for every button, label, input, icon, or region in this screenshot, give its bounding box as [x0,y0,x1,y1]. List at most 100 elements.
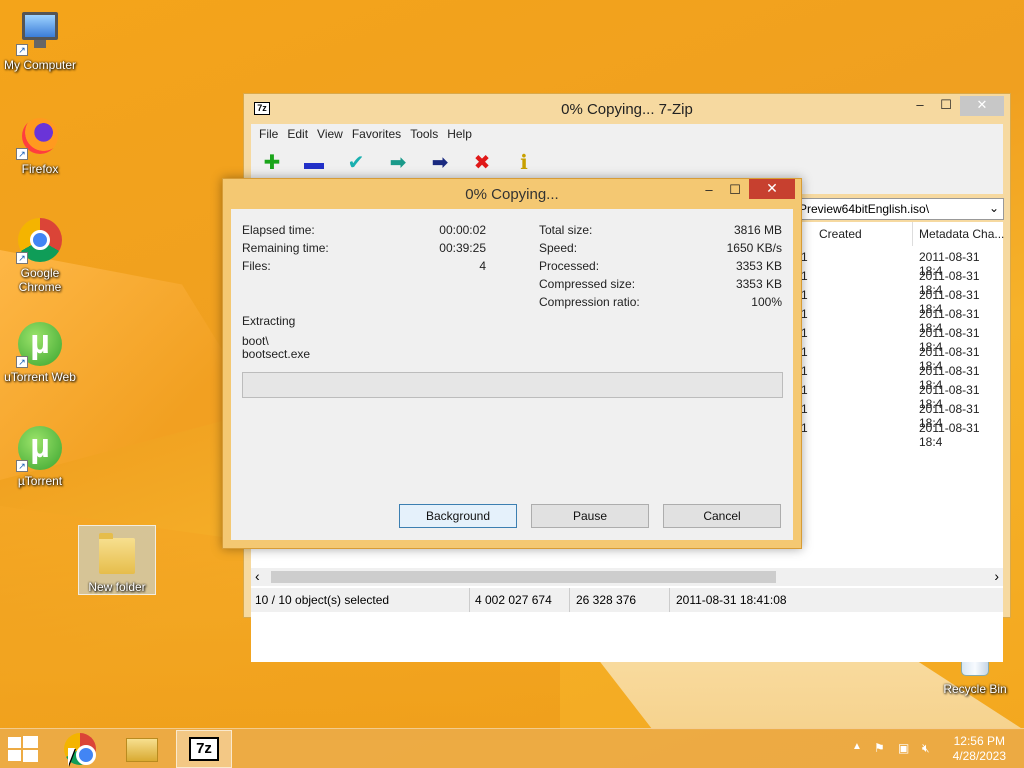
move-icon[interactable]: ➡ [429,152,451,174]
path-combobox[interactable]: Preview64bitEnglish.iso\ ⌄ [794,198,1004,220]
folder-icon [93,530,141,578]
menu-view[interactable]: View [317,124,350,146]
add-icon[interactable]: ✚ [261,152,283,174]
column-header-metadata-changed[interactable]: Metadata Cha... [913,222,1013,246]
row-cell: 1 [801,402,808,416]
compression-ratio-label: Compression ratio: [539,295,640,309]
taskbar-chrome[interactable] [56,730,112,768]
row-cell: 1 [801,421,808,435]
desktop-icon-label: uTorrent Web [4,370,76,384]
status-size: 4 002 027 674 [475,593,552,607]
row-cell: 1 [801,345,808,359]
file-explorer-icon [126,738,158,762]
desktop-icon-label: New folder [88,580,146,594]
total-size-value: 3816 MB [733,223,782,237]
copy-icon[interactable]: ➡ [387,152,409,174]
operation-label: Extracting [242,314,296,328]
volume-muted-icon[interactable]: 🔇︎ [922,741,930,756]
column-header-created[interactable]: Created [813,222,913,246]
status-modified: 2011-08-31 18:41:08 [676,593,787,607]
menu-bar: File Edit View Favorites Tools Help [251,124,1003,146]
chrome-icon: ↗ [16,216,64,264]
system-clock[interactable]: 12:56 PM 4/28/2023 [953,734,1006,764]
window-title-bar[interactable]: 7z 0% Copying... 7-Zip – ☐ ✕ [244,94,1010,124]
dialog-maximize-button[interactable]: ☐ [721,181,749,201]
row-cell: 1 [801,364,808,378]
network-icon[interactable]: ▣ [898,741,909,755]
total-size-label: Total size: [539,223,593,237]
scrollbar-thumb[interactable] [271,571,776,583]
row-date[interactable]: 2011-08-31 18:4 [919,421,1003,449]
row-cell: 1 [801,383,808,397]
mouse-cursor [68,748,75,766]
current-directory: boot\ [242,334,269,348]
status-selected: 10 / 10 object(s) selected [255,593,390,607]
row-cell: 1 [801,288,808,302]
files-value: 4 [479,259,486,273]
speed-value: 1650 KB/s [726,241,782,255]
current-file: bootsect.exe [242,347,311,361]
elapsed-time-label: Elapsed time: [242,223,315,237]
path-text: Preview64bitEnglish.iso\ [799,202,930,216]
desktop-icon-utorrent[interactable]: µ ↗ µTorrent [0,424,80,488]
processed-label: Processed: [539,259,600,273]
taskbar: 7z ▲ ⚑ ▣ 🔇︎ 12:56 PM 4/28/2023 [0,728,1024,768]
remaining-time-label: Remaining time: [242,241,329,255]
desktop-icon-label: Google Chrome [18,266,62,294]
copying-progress-dialog[interactable]: 0% Copying... – ☐ ✕ Elapsed time: 00:00:… [222,178,802,549]
menu-file[interactable]: File [259,124,285,146]
scroll-right-icon[interactable]: › [994,568,999,584]
desktop-icon-label: Firefox [21,162,59,176]
desktop-icon-firefox[interactable]: ↗ Firefox [0,112,80,176]
dialog-title-bar[interactable]: 0% Copying... – ☐ ✕ [223,179,801,209]
menu-help[interactable]: Help [447,124,479,146]
compressed-size-value: 3353 KB [735,277,782,291]
progress-bar [242,372,783,398]
menu-edit[interactable]: Edit [287,124,315,146]
row-cell: 1 [801,269,808,283]
cancel-button[interactable]: Cancel [663,504,781,528]
firefox-icon: ↗ [16,112,64,160]
files-label: Files: [242,259,271,273]
speed-label: Speed: [539,241,578,255]
action-center-flag-icon[interactable]: ⚑ [874,741,885,755]
clock-date: 4/28/2023 [952,749,1006,763]
info-icon[interactable]: ℹ [513,152,535,174]
show-hidden-icons-chevron[interactable]: ▲ [852,741,862,752]
start-button[interactable] [8,736,38,762]
status-packed-size: 26 328 376 [576,593,637,607]
menu-favorites[interactable]: Favorites [352,124,408,146]
7zip-icon: 7z [189,737,219,761]
menu-tools[interactable]: Tools [410,124,445,146]
minimize-button[interactable]: – [906,96,934,116]
desktop-icon-label: µTorrent [17,474,63,488]
chevron-down-icon[interactable]: ⌄ [989,201,999,215]
dialog-close-button[interactable]: ✕ [749,179,795,199]
desktop-icon-utorrent-web[interactable]: µ ↗ uTorrent Web [0,320,80,384]
taskbar-7zip[interactable]: 7z [176,730,232,768]
desktop-icon-my-computer[interactable]: ↗ My Computer [0,8,80,72]
delete-icon[interactable]: ✖ [471,152,493,174]
scroll-left-icon[interactable]: ‹ [255,568,260,584]
test-icon[interactable]: ✔ [345,152,367,174]
desktop-icon-label: Recycle Bin [943,682,1007,696]
desktop-icon-label: My Computer [3,58,77,72]
extract-icon[interactable]: ▬ [303,152,325,174]
background-button[interactable]: Background [399,504,517,528]
maximize-button[interactable]: ☐ [932,96,960,116]
row-cell: 1 [801,250,808,264]
dialog-body: Elapsed time: 00:00:02 Remaining time: 0… [231,209,793,540]
row-cell: 1 [801,307,808,321]
utorrent-icon: µ ↗ [16,424,64,472]
dialog-minimize-button[interactable]: – [695,181,723,201]
processed-value: 3353 KB [735,259,782,273]
pause-button[interactable]: Pause [531,504,649,528]
clock-time: 12:56 PM [953,734,1005,748]
elapsed-time-value: 00:00:02 [439,223,486,237]
horizontal-scrollbar[interactable]: ‹ › [251,568,1003,586]
close-button[interactable]: ✕ [960,96,1004,116]
taskbar-file-explorer[interactable] [116,730,172,768]
desktop-icon-new-folder[interactable]: New folder [78,525,156,595]
row-cell: 1 [801,326,808,340]
desktop-icon-google-chrome[interactable]: ↗ Google Chrome [0,216,80,294]
